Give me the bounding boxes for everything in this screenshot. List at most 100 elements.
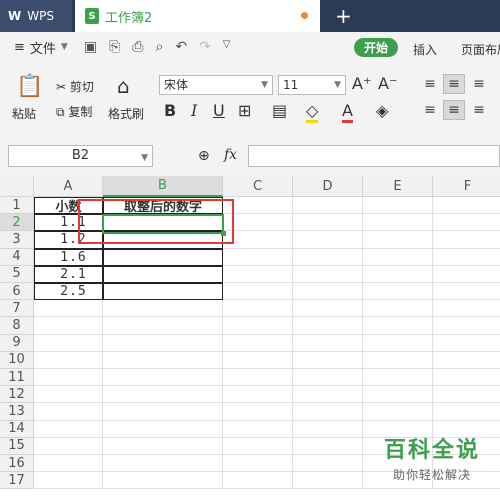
file-menu[interactable]: ≡ 文件 ▼ [14, 38, 68, 57]
cell-B11[interactable] [103, 369, 223, 387]
tab-workbook[interactable]: S 工作簿2 [75, 0, 320, 32]
cell-A4[interactable]: 1.6 [34, 248, 103, 266]
cell-C9[interactable] [223, 334, 293, 352]
cell-C13[interactable] [223, 403, 293, 421]
cell-D9[interactable] [293, 334, 363, 352]
font-size-select[interactable]: 11 ▼ [278, 75, 346, 95]
cell-F1[interactable] [433, 197, 500, 215]
format-painter-button[interactable]: 格式刷 [108, 105, 144, 122]
cell-E13[interactable] [363, 403, 433, 421]
cell-E5[interactable] [363, 265, 433, 283]
cell-E3[interactable] [363, 231, 433, 249]
align-bottom-icon[interactable]: ≡ [468, 74, 490, 94]
row-header[interactable]: 15 [0, 437, 34, 455]
column-header[interactable]: F [433, 176, 500, 197]
name-box[interactable]: B2 ▼ [8, 145, 153, 167]
paste-button[interactable]: 粘贴 [12, 105, 36, 122]
cell-B10[interactable] [103, 351, 223, 369]
cell-F7[interactable] [433, 300, 500, 318]
cell-D15[interactable] [293, 437, 363, 455]
formula-input[interactable] [248, 145, 500, 167]
cell-D11[interactable] [293, 369, 363, 387]
cell-A8[interactable] [34, 317, 103, 335]
cell-C16[interactable] [223, 455, 293, 473]
row-header[interactable]: 16 [0, 455, 34, 473]
row-header[interactable]: 17 [0, 472, 34, 490]
export-icon[interactable]: ⎘ [109, 39, 120, 55]
bold-button[interactable]: B [164, 101, 176, 120]
cell-F8[interactable] [433, 317, 500, 335]
cell-D14[interactable] [293, 420, 363, 438]
cell-C4[interactable] [223, 248, 293, 266]
font-color-icon[interactable]: A [342, 101, 353, 123]
cell-D13[interactable] [293, 403, 363, 421]
fx-button[interactable]: fx [224, 147, 237, 163]
align-left-icon[interactable]: ≡ [419, 100, 441, 120]
cell-B13[interactable] [103, 403, 223, 421]
print-icon[interactable]: ⎙ [132, 39, 143, 55]
cell-C6[interactable] [223, 283, 293, 301]
row-header[interactable]: 6 [0, 283, 34, 301]
row-header[interactable]: 14 [0, 420, 34, 438]
row-header[interactable]: 2 [0, 214, 34, 232]
cell-F5[interactable] [433, 266, 500, 283]
cell-style-icon[interactable]: ▤ [272, 101, 287, 120]
cell-E7[interactable] [363, 300, 433, 318]
cell-A6[interactable]: 2.5 [34, 283, 103, 301]
select-all-corner[interactable] [0, 176, 34, 197]
row-header[interactable]: 8 [0, 317, 34, 335]
zoom-formula-icon[interactable]: ⊕ [198, 148, 210, 164]
cell-C8[interactable] [223, 317, 293, 335]
cell-E1[interactable] [363, 197, 433, 215]
undo-icon[interactable]: ↶ [175, 39, 187, 55]
tab-insert[interactable]: 插入 [413, 41, 437, 58]
cell-D3[interactable] [293, 231, 363, 249]
row-header[interactable]: 11 [0, 369, 34, 387]
cell-D12[interactable] [293, 386, 363, 404]
row-header[interactable]: 7 [0, 300, 34, 318]
column-header[interactable]: C [223, 176, 293, 197]
cell-D16[interactable] [293, 455, 363, 473]
cell-A5[interactable]: 2.1 [34, 265, 103, 283]
cell-B16[interactable] [103, 455, 223, 473]
decrease-font-icon[interactable]: A⁻ [378, 74, 397, 93]
cell-A17[interactable] [34, 472, 103, 490]
new-tab-button[interactable]: + [335, 4, 352, 28]
underline-button[interactable]: U [213, 101, 225, 120]
row-header[interactable]: 9 [0, 334, 34, 352]
cell-A12[interactable] [34, 386, 103, 404]
cell-F4[interactable] [433, 249, 500, 266]
cell-E2[interactable] [363, 214, 433, 232]
cell-C10[interactable] [223, 351, 293, 369]
cell-C14[interactable] [223, 420, 293, 438]
cut-button[interactable]: ✂ 剪切 [56, 78, 94, 95]
cell-D2[interactable] [293, 214, 363, 232]
align-center-icon[interactable]: ≡ [443, 100, 465, 120]
cell-F3[interactable] [433, 231, 500, 249]
print-preview-icon[interactable]: ⌕ [155, 39, 163, 55]
align-right-icon[interactable]: ≡ [468, 100, 490, 120]
selected-cell-b2[interactable] [102, 214, 224, 234]
cell-E10[interactable] [363, 351, 433, 369]
cell-D5[interactable] [293, 265, 363, 283]
cell-F2[interactable] [433, 214, 500, 232]
fill-color-icon[interactable]: ◇ [306, 101, 319, 123]
italic-button[interactable]: I [191, 101, 197, 120]
row-header[interactable]: 5 [0, 265, 34, 283]
cell-C17[interactable] [223, 472, 293, 490]
clear-format-icon[interactable]: ◈ [376, 101, 388, 120]
column-header[interactable]: D [293, 176, 363, 197]
cell-A13[interactable] [34, 403, 103, 421]
cell-B12[interactable] [103, 386, 223, 404]
tab-page-layout[interactable]: 页面布局 [461, 41, 500, 58]
cell-D4[interactable] [293, 248, 363, 266]
save-icon[interactable]: ▣ [84, 39, 97, 55]
cell-B5[interactable] [103, 265, 223, 283]
borders-icon[interactable]: ⊞ [238, 101, 251, 120]
cell-D6[interactable] [293, 283, 363, 301]
cell-A16[interactable] [34, 455, 103, 473]
copy-button[interactable]: ⧉ 复制 [56, 103, 92, 120]
column-header[interactable]: E [363, 176, 433, 197]
align-top-icon[interactable]: ≡ [419, 74, 441, 94]
cell-B8[interactable] [103, 317, 223, 335]
